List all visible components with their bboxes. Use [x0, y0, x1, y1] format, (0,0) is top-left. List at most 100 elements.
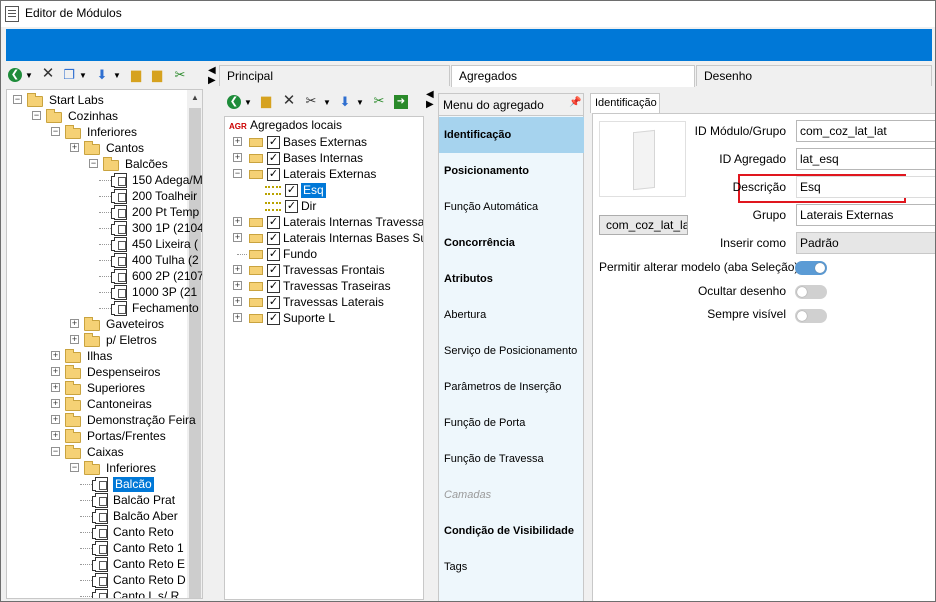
- tree-expander-icon[interactable]: −: [89, 159, 98, 168]
- grupo-select[interactable]: Laterais Externas: [796, 204, 935, 226]
- tree-item-label[interactable]: 200 Pt Temp: [132, 205, 199, 220]
- tree-item-label[interactable]: Canto Reto E: [113, 557, 185, 572]
- menu-item[interactable]: Tags: [439, 549, 584, 585]
- aggregate-item-label[interactable]: Esq: [301, 183, 326, 198]
- tree-item-label[interactable]: Canto Reto D: [113, 573, 186, 588]
- agg-expander-icon[interactable]: +: [233, 265, 242, 274]
- aggregate-item-label[interactable]: Dir: [301, 199, 316, 214]
- modulo-field[interactable]: com_coz_lat_lat: [796, 120, 935, 142]
- tool-icon[interactable]: ✂: [173, 68, 187, 82]
- inserir-select[interactable]: Padrão: [796, 232, 935, 254]
- move-down-icon[interactable]: ⬇: [95, 68, 109, 82]
- tree-expander-icon[interactable]: −: [32, 111, 41, 120]
- aggregate-checkbox[interactable]: ✓: [267, 248, 280, 261]
- agg-expander-icon[interactable]: +: [233, 313, 242, 322]
- aggregate-item-label[interactable]: Fundo: [283, 247, 317, 262]
- aggregate-checkbox[interactable]: ✓: [267, 264, 280, 277]
- tree-item-label[interactable]: 1000 3P (21: [132, 285, 197, 300]
- agg-back-icon[interactable]: ❮: [227, 95, 241, 109]
- agg-back-dropdown-icon[interactable]: ▼: [244, 98, 252, 108]
- tree-item-label[interactable]: Superiores: [87, 381, 145, 396]
- agg-move-dropdown-icon[interactable]: ▼: [356, 98, 364, 108]
- menu-item[interactable]: Identificação: [439, 117, 584, 153]
- tree-item-label[interactable]: Fechamento: [132, 301, 199, 316]
- preview-caption-button[interactable]: com_coz_lat_la: [599, 215, 688, 235]
- tree-item-label[interactable]: 300 1P (2104: [132, 221, 202, 236]
- tree-expander-icon[interactable]: +: [51, 431, 60, 440]
- menu-item[interactable]: Concorrência: [439, 225, 584, 261]
- agg-expander-icon[interactable]: +: [233, 217, 242, 226]
- tree-expander-icon[interactable]: +: [51, 351, 60, 360]
- aggregate-item-label[interactable]: Laterais Externas: [283, 167, 376, 182]
- back-dropdown-icon[interactable]: ▼: [25, 71, 33, 81]
- agg-cut-icon[interactable]: ✂: [304, 94, 318, 108]
- copy-icon[interactable]: ❐: [62, 68, 76, 82]
- menu-item[interactable]: Função Automática: [439, 189, 584, 225]
- agg-delete-icon[interactable]: ✕: [282, 93, 296, 108]
- menu-item[interactable]: Parâmetros de Inserção: [439, 369, 584, 405]
- menu-item[interactable]: Camadas: [439, 477, 584, 513]
- tab-agregados[interactable]: Agregados: [451, 65, 695, 87]
- folder-refresh-icon[interactable]: ▆: [150, 68, 164, 82]
- tab-desenho[interactable]: Desenho: [696, 65, 932, 86]
- ocultar-toggle[interactable]: [795, 285, 827, 299]
- agg-expander-icon[interactable]: +: [233, 281, 242, 290]
- tree-expander-icon[interactable]: −: [51, 447, 60, 456]
- aggregate-item-label[interactable]: Travessas Traseiras: [283, 279, 391, 294]
- agg-move-icon[interactable]: ⬇: [338, 95, 352, 109]
- aggregate-checkbox[interactable]: ✓: [267, 216, 280, 229]
- menu-item[interactable]: Abertura: [439, 297, 584, 333]
- tree-item-label[interactable]: Balcão Aber: [113, 509, 178, 524]
- descricao-field[interactable]: Esq: [796, 176, 935, 198]
- aggregate-item-label[interactable]: Bases Internas: [283, 151, 363, 166]
- module-tree[interactable]: ▲ − Start Labs − Cozinhas − Inferiores + Cantos…: [6, 89, 203, 599]
- scroll-up-icon[interactable]: ▲: [191, 93, 199, 102]
- menu-item[interactable]: Função de Travessa: [439, 441, 584, 477]
- tab-identificacao[interactable]: Identificação: [590, 93, 660, 113]
- tree-item-label[interactable]: 200 Toalheir: [132, 189, 197, 204]
- permitir-toggle[interactable]: [795, 261, 827, 275]
- tree-expander-icon[interactable]: +: [51, 383, 60, 392]
- tree-item-label[interactable]: Cozinhas: [68, 109, 118, 124]
- collapse-right-icon[interactable]: ▶: [208, 75, 216, 86]
- copy-dropdown-icon[interactable]: ▼: [79, 71, 87, 81]
- tree-item-label[interactable]: Canto L s/ R: [113, 589, 179, 598]
- tree-item-label[interactable]: Caixas: [87, 445, 124, 460]
- aggregate-checkbox[interactable]: ✓: [267, 296, 280, 309]
- agg-expander-icon[interactable]: +: [233, 137, 242, 146]
- tree-item-label[interactable]: Inferiores: [106, 461, 156, 476]
- tree-item-label[interactable]: Cantoneiras: [87, 397, 152, 412]
- tab-principal[interactable]: Principal: [219, 65, 450, 86]
- menu-item[interactable]: Atributos: [439, 261, 584, 297]
- menu-item[interactable]: Posicionamento: [439, 153, 584, 189]
- tree-expander-icon[interactable]: −: [70, 463, 79, 472]
- tree-expander-icon[interactable]: −: [13, 95, 22, 104]
- aggregate-checkbox[interactable]: ✓: [267, 168, 280, 181]
- tree-item-label[interactable]: 600 2P (2107: [132, 269, 202, 284]
- tree-expander-icon[interactable]: +: [70, 335, 79, 344]
- tree-expander-icon[interactable]: +: [51, 367, 60, 376]
- tree-item-label[interactable]: Start Labs: [49, 93, 104, 108]
- collapse-menu-right-icon[interactable]: ▶: [426, 99, 434, 110]
- tree-item-label[interactable]: Portas/Frentes: [87, 429, 166, 444]
- tree-item-label[interactable]: Balcão: [113, 477, 154, 492]
- agg-expander-icon[interactable]: +: [233, 233, 242, 242]
- tree-item-label[interactable]: Canto Reto 1: [113, 541, 184, 556]
- tree-expander-icon[interactable]: +: [70, 143, 79, 152]
- tree-scrollbar[interactable]: ▲: [187, 90, 202, 598]
- tree-item-label[interactable]: p/ Eletros: [106, 333, 157, 348]
- tree-item-label[interactable]: Ilhas: [87, 349, 112, 364]
- aggregate-checkbox[interactable]: ✓: [267, 232, 280, 245]
- aggregate-item-label[interactable]: Laterais Internas Bases Sup: [283, 231, 423, 246]
- agg-expander-icon[interactable]: −: [233, 169, 242, 178]
- agg-tool-icon[interactable]: ✂: [372, 94, 386, 108]
- aggregate-checkbox[interactable]: ✓: [285, 200, 298, 213]
- pin-icon[interactable]: 📌: [569, 97, 581, 108]
- agg-expander-icon[interactable]: +: [233, 153, 242, 162]
- aggregate-checkbox[interactable]: ✓: [285, 184, 298, 197]
- agregado-field[interactable]: lat_esq: [796, 148, 935, 170]
- tree-item-label[interactable]: Gaveteiros: [106, 317, 164, 332]
- agg-new-icon[interactable]: ▆: [259, 94, 273, 108]
- aggregate-checkbox[interactable]: ✓: [267, 136, 280, 149]
- tree-item-label[interactable]: Inferiores: [87, 125, 137, 140]
